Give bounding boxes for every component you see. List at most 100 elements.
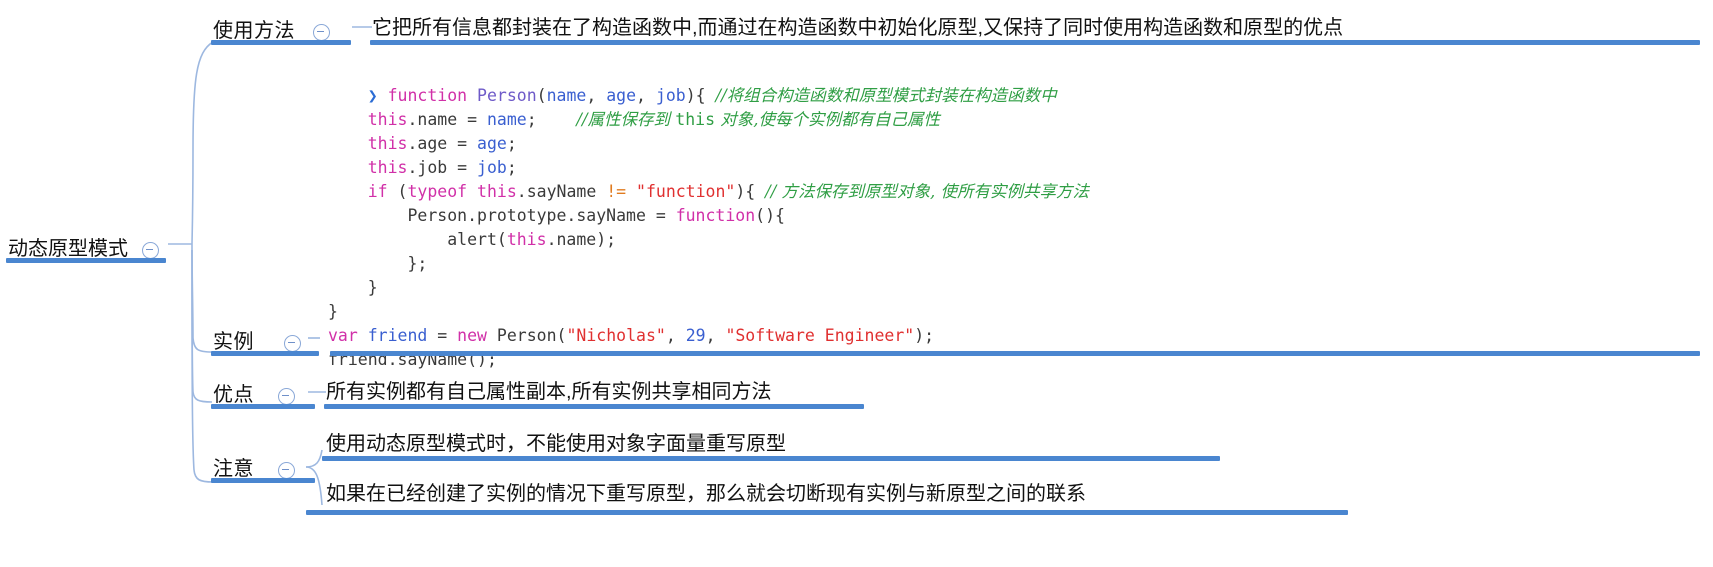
branch-collapse-toggle-instance[interactable] (284, 335, 302, 353)
code-token: ){ (685, 86, 716, 105)
code-expand-arrow[interactable]: ❯ (368, 86, 378, 105)
code-token: ( (387, 182, 408, 201)
branch-label-instance: 实例 (213, 331, 254, 353)
code-token: ; (506, 158, 517, 177)
code-token: Person( (486, 326, 567, 345)
leaf-node-advantage-text[interactable]: 所有实例都有自己属性副本,所有实例共享相同方法 (326, 375, 772, 404)
code-token: "Software Engineer" (725, 326, 915, 345)
code-token: if (367, 182, 388, 201)
leaf-underline-caution-second (306, 510, 1348, 515)
leaf-underline-caution-first (322, 456, 1220, 461)
code-token: //属性保存到 (576, 110, 676, 129)
branch-node-instance[interactable]: 实例 (213, 325, 302, 354)
code-token: age (606, 86, 637, 105)
code-line: if (typeof this.sayName != "function"){ … (328, 182, 1089, 201)
code-token: , (586, 86, 607, 105)
code-token: job (655, 86, 686, 105)
leaf-node-caution-first[interactable]: 使用动态原型模式时，不能使用对象字面量重写原型 (326, 427, 786, 456)
leaf-label-caution-first: 使用动态原型模式时，不能使用对象字面量重写原型 (326, 433, 786, 455)
code-token: job (477, 158, 507, 177)
root-label: 动态原型模式 (8, 238, 128, 260)
branch-collapse-toggle-advantage[interactable] (278, 388, 296, 406)
code-token: , (636, 86, 656, 105)
code-token: }; (328, 254, 428, 273)
code-token: } (328, 278, 378, 297)
branch-underline-caution (211, 478, 315, 483)
code-token: ){ (735, 182, 766, 201)
leaf-label-caution-second: 如果在已经创建了实例的情况下重写原型，那么就会切断现有实例与新原型之间的联系 (326, 483, 1086, 505)
code-token: var (328, 326, 358, 345)
leaf-underline-usage (370, 40, 1700, 45)
code-line: } (328, 302, 338, 321)
leaf-underline-advantage (324, 404, 864, 409)
code-token: .name = (407, 110, 487, 129)
code-token: .name); (546, 230, 617, 249)
code-token: ); (914, 326, 935, 345)
code-line: alert(this.name); (328, 230, 616, 249)
code-token: Person (477, 86, 537, 105)
root-node[interactable]: 动态原型模式 (8, 232, 160, 261)
code-token: } (328, 302, 338, 321)
code-token: this (367, 158, 408, 177)
code-token: "function" (636, 182, 736, 201)
code-token: ; (526, 110, 577, 129)
code-token: this (367, 110, 408, 129)
leaf-label-advantage-text: 所有实例都有自己属性副本,所有实例共享相同方法 (326, 381, 772, 403)
leaf-underline-instance-code (330, 351, 1700, 356)
code-token: , (665, 326, 686, 345)
branch-underline-advantage (211, 404, 315, 409)
code-token: 对象,使每个实例都有自己属性 (715, 110, 941, 129)
code-token: this (367, 134, 408, 153)
branch-collapse-toggle-usage[interactable] (313, 24, 331, 42)
branch-label-usage: 使用方法 (213, 20, 295, 42)
code-token: .sayName (516, 182, 607, 201)
branch-label-caution: 注意 (213, 458, 254, 480)
code-line: function Person(name, age, job){ //将组合构造… (388, 86, 1057, 105)
code-token: name (486, 110, 527, 129)
code-token: //将组合构造函数和原型模式封装在构造函数中 (715, 86, 1057, 105)
branch-node-advantage[interactable]: 优点 (213, 378, 296, 407)
branch-node-caution[interactable]: 注意 (213, 452, 296, 481)
code-token: this (506, 230, 547, 249)
code-token: 29 (685, 326, 706, 345)
code-token: function (387, 86, 468, 105)
branch-node-usage[interactable]: 使用方法 (213, 14, 331, 43)
code-line: } (328, 278, 378, 297)
branch-underline-usage (211, 40, 351, 45)
code-token: = (427, 326, 458, 345)
code-token: this (675, 110, 716, 129)
code-token: age (477, 134, 507, 153)
code-line: this.name = name; //属性保存到 this 对象,使每个实例都… (328, 110, 940, 129)
code-token: new (457, 326, 487, 345)
code-block[interactable]: ❯ function Person(name, age, job){ //将组合… (328, 60, 1089, 396)
branch-label-advantage: 优点 (213, 384, 254, 406)
code-line: Person.prototype.sayName = function(){ (328, 206, 785, 225)
code-token: != (606, 182, 627, 201)
mindmap-canvas: 动态原型模式 使用方法 它把所有信息都封装在了构造函数中,而通过在构造函数中初始… (0, 0, 1713, 567)
root-underline-bar (6, 258, 166, 263)
code-token: "Nicholas" (566, 326, 666, 345)
code-line: this.job = job; (328, 158, 517, 177)
leaf-node-caution-second[interactable]: 如果在已经创建了实例的情况下重写原型，那么就会切断现有实例与新原型之间的联系 (326, 477, 1086, 506)
code-token: // 方法保存到原型对象, 使所有实例共享方法 (765, 182, 1090, 201)
code-token: .age = (407, 134, 478, 153)
code-token: function (675, 206, 756, 225)
code-line: var friend = new Person("Nicholas", 29, … (328, 326, 934, 345)
code-line: this.age = age; (328, 134, 517, 153)
code-token: ; (506, 134, 517, 153)
code-token: typeof (407, 182, 468, 201)
branch-underline-instance (211, 351, 319, 356)
branch-collapse-toggle-caution[interactable] (278, 462, 296, 480)
leaf-node-usage-text[interactable]: 它把所有信息都封装在了构造函数中,而通过在构造函数中初始化原型,又保持了同时使用… (372, 11, 1343, 40)
root-collapse-toggle[interactable] (142, 242, 160, 260)
code-token: .job = (407, 158, 478, 177)
code-token: , (705, 326, 726, 345)
code-token: name (546, 86, 587, 105)
